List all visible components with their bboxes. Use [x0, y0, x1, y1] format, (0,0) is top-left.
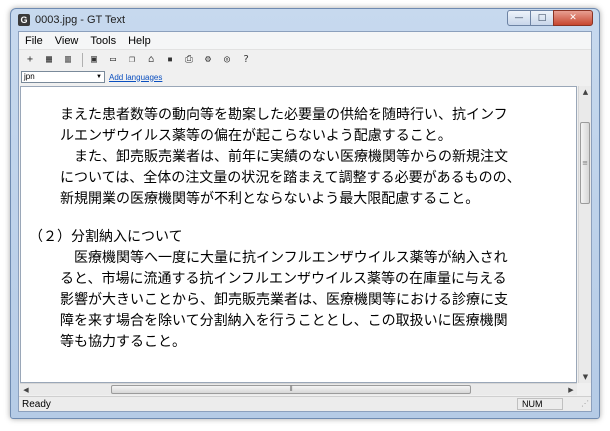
text-line: については、全体の注文量の状況を踏まえて調整する必要があるものの、	[60, 170, 521, 186]
panel-icon[interactable]: ▣	[86, 52, 102, 68]
copy-icon[interactable]: ❐	[124, 52, 140, 68]
status-bar: Ready NUM ⋰	[19, 396, 591, 411]
text-line: ルエンザウイルス薬等の偏在が起こらないよう配慮すること。	[60, 128, 452, 144]
text-line: 医療機関等へ一度に大量に抗インフルエンザウイルス薬等が納入され	[60, 250, 508, 266]
window-controls: — □ ✕	[507, 10, 593, 26]
text-line: ると、市場に流通する抗インフルエンザウイルス薬等の在庫量に与える	[60, 271, 507, 287]
text-line: （２）分割納入について	[29, 229, 183, 245]
grid-icon[interactable]: ▦	[41, 52, 57, 68]
menu-bar: File View Tools Help	[19, 32, 591, 50]
resize-grip-icon[interactable]: ⋰	[581, 399, 589, 408]
horizontal-scrollbar[interactable]: ◀ ⦀ ▶	[20, 383, 577, 395]
settings-icon[interactable]: ⚙	[200, 52, 216, 68]
menu-help[interactable]: Help	[122, 35, 157, 47]
text-editor[interactable]: まえた患者数等の動向等を勘案した必要量の供給を随時行い、抗インフ ルエンザウイル…	[20, 86, 577, 383]
text-line: 障を来す場合を除いて分割納入を行うこととし、この取扱いに医療機関	[60, 313, 508, 329]
maximize-button[interactable]: □	[530, 10, 554, 26]
minimize-button[interactable]: —	[507, 10, 531, 26]
toolbar-separator	[82, 53, 83, 67]
add-icon[interactable]: +	[22, 52, 38, 68]
close-button[interactable]: ✕	[553, 10, 593, 26]
horizontal-scroll-thumb[interactable]: ⦀	[111, 385, 471, 394]
scroll-left-icon[interactable]: ◀	[20, 384, 32, 396]
num-lock-indicator: NUM	[517, 398, 563, 410]
globe-icon[interactable]: ◎	[219, 52, 235, 68]
toolbar: + ▦ ▥ ▣ ▭ ❐ ⌂ ▪ ⎙ ⚙ ◎ ?	[19, 50, 591, 70]
rect-icon[interactable]: ▭	[105, 52, 121, 68]
window-title: 0003.jpg - GT Text	[35, 14, 126, 26]
scroll-down-icon[interactable]: ▼	[579, 371, 592, 383]
print-icon[interactable]: ⎙	[181, 52, 197, 68]
client-area: File View Tools Help + ▦ ▥ ▣ ▭ ❐ ⌂ ▪ ⎙ ⚙…	[18, 31, 592, 412]
app-window: G 0003.jpg - GT Text — □ ✕ File View Too…	[10, 8, 600, 419]
help-icon[interactable]: ?	[238, 52, 254, 68]
language-selected: jpn	[24, 72, 35, 81]
status-text: Ready	[22, 398, 51, 410]
text-line: 影響が大きいことから、卸売販売業者は、医療機関等における診療に支	[60, 292, 508, 308]
text-line: 新規開業の医療機関等が不利とならないよう最大限配慮すること。	[60, 191, 480, 207]
text-line: 等も協力すること。	[60, 334, 186, 350]
language-bar: jpn ▼ Add languages	[19, 70, 591, 84]
add-languages-link[interactable]: Add languages	[109, 73, 162, 82]
app-icon: G	[18, 14, 30, 26]
text-line: まえた患者数等の動向等を勘案した必要量の供給を随時行い、抗インフ	[60, 107, 508, 123]
text-line: また、卸売販売業者は、前年に実績のない医療機関等からの新規注文	[60, 149, 508, 165]
menu-file[interactable]: File	[19, 35, 49, 47]
vertical-scroll-thumb[interactable]: ≡	[580, 122, 590, 204]
vertical-scrollbar[interactable]: ▲ ≡ ▼	[578, 86, 591, 383]
title-bar[interactable]: G 0003.jpg - GT Text — □ ✕	[11, 9, 599, 31]
scroll-right-icon[interactable]: ▶	[565, 384, 577, 396]
chevron-down-icon: ▼	[96, 74, 102, 80]
menu-view[interactable]: View	[49, 35, 85, 47]
save-icon[interactable]: ▪	[162, 52, 178, 68]
scroll-up-icon[interactable]: ▲	[579, 86, 592, 98]
open-icon[interactable]: ⌂	[143, 52, 159, 68]
menu-tools[interactable]: Tools	[84, 35, 122, 47]
language-select[interactable]: jpn ▼	[21, 71, 105, 83]
layout-icon[interactable]: ▥	[60, 52, 76, 68]
